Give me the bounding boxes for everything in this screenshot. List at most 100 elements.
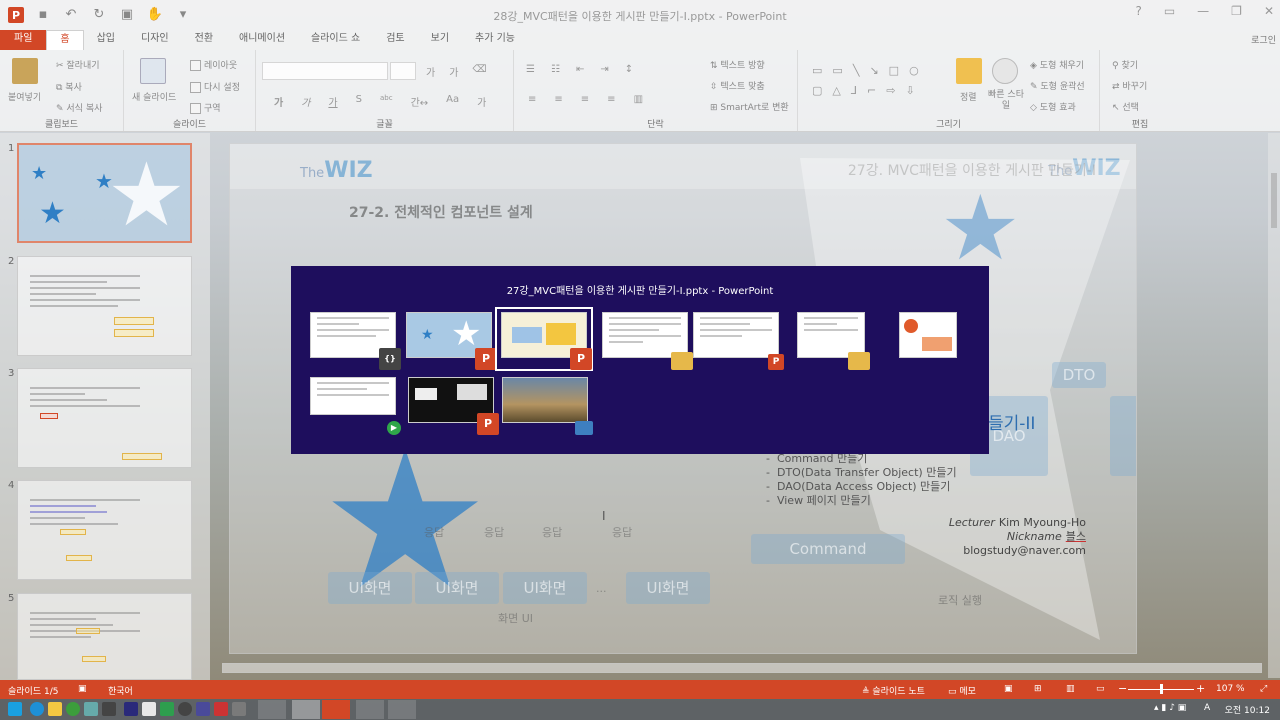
curve-connector-icon[interactable]: ⌐ — [867, 84, 876, 97]
line-spacing-icon[interactable]: ↕ — [625, 64, 633, 75]
taskbar-app[interactable] — [388, 700, 416, 719]
ie-icon[interactable] — [30, 702, 44, 716]
align-text-button[interactable]: ⇳ 텍스트 맞춤 — [710, 79, 765, 92]
align-left-icon[interactable]: ≡ — [528, 94, 536, 105]
zoom-out-button[interactable]: − — [1118, 682, 1127, 695]
switcher-window-ppt-3[interactable]: P — [407, 377, 499, 435]
start-slideshow-icon[interactable]: ▣ — [118, 6, 136, 24]
slide-sorter-icon[interactable]: ⊞ — [1034, 684, 1042, 694]
fit-slide-icon[interactable]: ⤢ — [1260, 684, 1267, 694]
clock[interactable]: 오전 10:12 — [1225, 703, 1270, 716]
quick-styles-button[interactable]: 빠른 스타일 — [986, 90, 1026, 112]
ime-indicator[interactable]: A — [1204, 703, 1210, 713]
arrow-shape-icon[interactable]: ↘ — [869, 64, 878, 77]
right-arrow-icon[interactable]: ⇨ — [886, 84, 895, 97]
switcher-window-ppt-1[interactable]: ★ ★ P — [405, 312, 497, 370]
textbox-shape-icon[interactable]: ▭ — [812, 64, 822, 77]
tab-view[interactable]: 보기 — [418, 30, 462, 50]
slide-thumbnail-5[interactable] — [17, 593, 192, 680]
switcher-window-ppt-2[interactable]: P — [692, 312, 784, 370]
switcher-window-browser[interactable] — [898, 312, 958, 366]
horizontal-scrollbar[interactable] — [222, 663, 1262, 673]
redo-icon[interactable]: ↻ — [90, 6, 108, 24]
signin-link[interactable]: 로그인 — [1251, 33, 1276, 46]
tab-addins[interactable]: 추가 기능 — [462, 30, 528, 50]
bullets-icon[interactable]: ☰ — [526, 64, 535, 75]
rounded-rect-icon[interactable]: ▢ — [812, 84, 822, 97]
new-slide-button[interactable]: 새 슬라이드 — [132, 90, 176, 103]
app-icon[interactable] — [178, 702, 192, 716]
elbow-connector-icon[interactable]: ⅃ — [851, 84, 857, 97]
columns-icon[interactable]: ▥ — [634, 94, 643, 105]
numbering-icon[interactable]: ☷ — [551, 64, 560, 75]
switcher-window-ppt-selected[interactable]: P — [495, 307, 593, 371]
photoshop-icon[interactable] — [124, 702, 138, 716]
touch-mode-icon[interactable]: ✋ — [146, 6, 164, 24]
format-painter-button[interactable]: ✎ 서식 복사 — [56, 101, 102, 114]
change-case-button[interactable]: Aa — [446, 94, 459, 109]
restore-icon[interactable]: ❐ — [1231, 4, 1242, 18]
tab-insert[interactable]: 삽입 — [84, 30, 128, 50]
notes-button[interactable]: ≜ 슬라이드 노트 — [862, 684, 925, 697]
quick-styles-icon[interactable] — [992, 58, 1018, 84]
shape-fill-button[interactable]: ◈ 도형 채우기 — [1030, 58, 1084, 71]
reset-button[interactable]: 다시 설정 — [190, 80, 240, 93]
arrange-icon[interactable] — [956, 58, 982, 84]
replace-button[interactable]: ⇄ 바꾸기 — [1112, 79, 1147, 92]
rectangle-icon[interactable]: □ — [889, 64, 899, 77]
normal-view-icon[interactable]: ▣ — [1004, 684, 1013, 694]
switcher-window-photos[interactable] — [501, 377, 593, 435]
bold-button[interactable]: 가 — [274, 94, 283, 109]
document-icon[interactable] — [142, 702, 156, 716]
help-button[interactable]: ? — [1135, 4, 1141, 18]
section-button[interactable]: 구역 — [190, 101, 221, 114]
reading-view-icon[interactable]: ▥ — [1066, 684, 1075, 694]
clear-formatting-icon[interactable]: ⌫ — [472, 64, 486, 79]
slide-thumbnail-3[interactable] — [17, 368, 192, 468]
ribbon-display-options-icon[interactable]: ▭ — [1164, 4, 1175, 18]
down-arrow-icon[interactable]: ⇩ — [905, 84, 914, 97]
select-button[interactable]: ↖ 선택 — [1112, 100, 1139, 113]
explorer-icon[interactable] — [48, 702, 62, 716]
slide-counter[interactable]: 슬라이드 1/5 — [8, 684, 58, 697]
taskbar-explorer[interactable] — [258, 700, 286, 719]
slide-thumbnail-1[interactable]: ★ ★ ★ ★ — [17, 143, 192, 243]
switcher-window-video[interactable]: ▶ — [309, 377, 401, 435]
tab-review[interactable]: 검토 — [373, 30, 417, 50]
paste-button[interactable]: 붙여넣기 — [8, 90, 41, 103]
increase-indent-icon[interactable]: ⇥ — [600, 64, 608, 75]
font-color-button[interactable]: 가 — [477, 94, 486, 109]
tab-transitions[interactable]: 전환 — [182, 30, 226, 50]
shape-effects-button[interactable]: ◇ 도형 효과 — [1030, 100, 1076, 113]
font-size-combobox[interactable] — [390, 62, 416, 80]
taskbar-app[interactable] — [356, 700, 384, 719]
switcher-window-code[interactable]: {} — [309, 312, 401, 370]
tab-design[interactable]: 디자인 — [128, 30, 182, 50]
decrease-indent-icon[interactable]: ⇤ — [576, 64, 584, 75]
find-button[interactable]: ⚲ 찾기 — [1112, 58, 1138, 71]
arrange-button[interactable]: 정렬 — [960, 90, 977, 103]
switcher-window-explorer-2[interactable] — [796, 312, 870, 370]
font-name-combobox[interactable] — [262, 62, 388, 80]
shape-outline-button[interactable]: ✎ 도형 윤곽선 — [1030, 79, 1085, 92]
switcher-window-explorer-1[interactable] — [601, 312, 693, 370]
tab-home[interactable]: 홈 — [46, 30, 84, 50]
chrome-icon[interactable] — [66, 702, 80, 716]
cut-button[interactable]: ✂ 잘라내기 — [56, 58, 100, 71]
zoom-in-button[interactable]: + — [1196, 682, 1205, 695]
app-icon[interactable] — [102, 702, 116, 716]
align-center-icon[interactable]: ≡ — [554, 94, 562, 105]
app-icon[interactable] — [232, 702, 246, 716]
italic-button[interactable]: 가 — [301, 94, 310, 109]
tab-animations[interactable]: 애니메이션 — [226, 30, 298, 50]
taskbar-powerpoint[interactable] — [322, 700, 350, 719]
zoom-slider-thumb[interactable] — [1160, 684, 1163, 694]
slide-thumbnail-panel[interactable]: 1 ★ ★ ★ ★ 2 3 4 5 — [0, 133, 210, 680]
minimize-icon[interactable]: — — [1197, 4, 1209, 18]
tab-file[interactable]: 파일 — [0, 30, 47, 50]
oval-icon[interactable]: ○ — [909, 64, 919, 77]
smartart-button[interactable]: ⊞ SmartArt로 변환 — [710, 100, 789, 113]
tray-icons[interactable]: ▴ ▮ ♪ ▣ — [1154, 703, 1186, 713]
app-icon[interactable] — [160, 702, 174, 716]
comments-button[interactable]: ▭ 메모 — [948, 684, 976, 697]
